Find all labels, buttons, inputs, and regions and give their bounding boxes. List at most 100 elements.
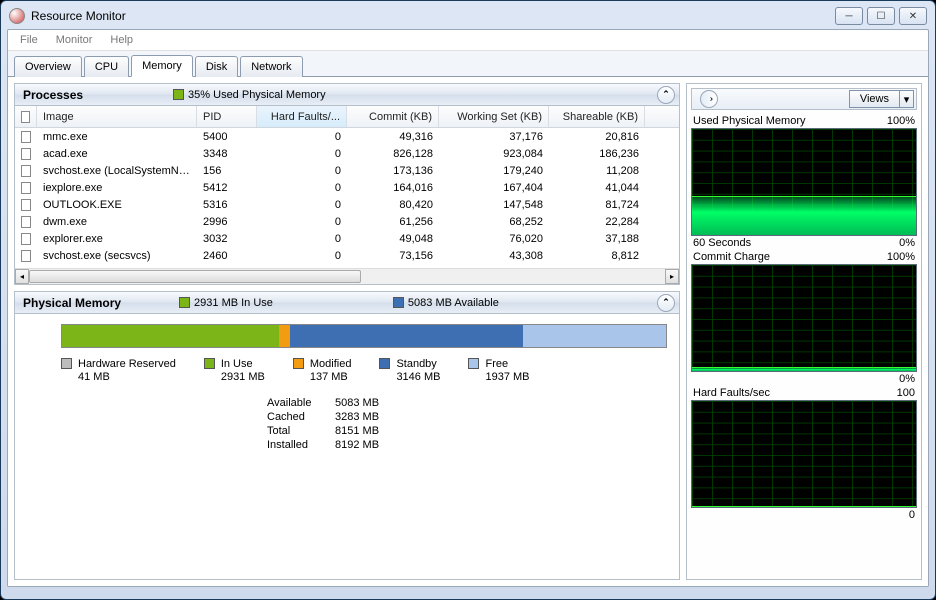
- graph-block: Hard Faults/sec1000: [691, 386, 917, 522]
- maximize-button[interactable]: ☐: [867, 7, 895, 25]
- memory-bar-segment: [523, 325, 666, 347]
- cell: 0: [257, 216, 347, 228]
- memory-bar-segment: [62, 325, 279, 347]
- processes-summary-text: 35% Used Physical Memory: [188, 89, 326, 101]
- physical-memory-title: Physical Memory: [23, 296, 121, 310]
- column-header[interactable]: Image: [37, 106, 197, 127]
- stat-row: Total 8151 MB: [267, 424, 667, 438]
- column-header[interactable]: Commit (KB): [347, 106, 439, 127]
- cell: 37,176: [439, 131, 549, 143]
- row-checkbox[interactable]: [21, 250, 31, 262]
- table-row[interactable]: OUTLOOK.EXE5316080,420147,54881,724: [15, 196, 679, 213]
- minimize-button[interactable]: ─: [835, 7, 863, 25]
- cell: 11,208: [549, 165, 645, 177]
- collapse-processes-button[interactable]: ⌃: [657, 86, 675, 104]
- in-use-text: 2931 MB In Use: [194, 297, 273, 309]
- menu-monitor[interactable]: Monitor: [48, 32, 101, 48]
- cell: 2460: [197, 250, 257, 262]
- graph: [691, 400, 917, 508]
- stat-value: 8192 MB: [335, 438, 379, 452]
- cell: 20,816: [549, 131, 645, 143]
- cell: 164,016: [347, 182, 439, 194]
- tab-disk[interactable]: Disk: [195, 56, 238, 77]
- table-row[interactable]: svchost.exe (secsvcs)2460073,15643,3088,…: [15, 247, 679, 264]
- close-button[interactable]: ✕: [899, 7, 927, 25]
- stat-value: 5083 MB: [335, 396, 379, 410]
- scroll-thumb[interactable]: [29, 270, 361, 283]
- legend-swatch: [293, 358, 304, 369]
- column-header[interactable]: PID: [197, 106, 257, 127]
- tab-memory[interactable]: Memory: [131, 55, 193, 77]
- select-all-checkbox[interactable]: [21, 111, 30, 123]
- cell: 156: [197, 165, 257, 177]
- stat-row: Available5083 MB: [267, 396, 667, 410]
- table-row[interactable]: dwm.exe2996061,25668,25222,284: [15, 213, 679, 230]
- legend-item: Hardware Reserved41 MB: [61, 358, 176, 384]
- cell: 8,812: [549, 250, 645, 262]
- legend-item: Standby3146 MB: [379, 358, 440, 384]
- stat-label: Installed: [267, 438, 323, 452]
- menu-file[interactable]: File: [12, 32, 46, 48]
- row-checkbox[interactable]: [21, 182, 31, 194]
- cell: 167,404: [439, 182, 549, 194]
- table-row[interactable]: mmc.exe5400049,31637,17620,816: [15, 128, 679, 145]
- horizontal-scrollbar[interactable]: ◂ ▸: [15, 268, 679, 284]
- cell: 22,284: [549, 216, 645, 228]
- graph-max: 100%: [887, 115, 915, 127]
- window-title: Resource Monitor: [31, 9, 835, 23]
- stat-label: Total: [267, 424, 323, 438]
- table-row[interactable]: explorer.exe3032049,04876,02037,188: [15, 230, 679, 247]
- column-header[interactable]: Shareable (KB): [549, 106, 645, 127]
- row-checkbox[interactable]: [21, 148, 31, 160]
- collapse-graphs-button[interactable]: ⌃: [700, 90, 718, 108]
- titlebar[interactable]: Resource Monitor ─ ☐ ✕: [7, 7, 929, 29]
- memory-stats: Available5083 MBCached3283 MBTotal8151 M…: [267, 396, 667, 452]
- processes-header[interactable]: Processes 35% Used Physical Memory ⌃: [15, 84, 679, 106]
- table-row[interactable]: acad.exe33480826,128923,084186,236: [15, 145, 679, 162]
- legend-item: In Use2931 MB: [204, 358, 265, 384]
- row-checkbox[interactable]: [21, 199, 31, 211]
- window-chrome: Resource Monitor ─ ☐ ✕ FileMonitorHelp O…: [0, 0, 936, 600]
- views-button[interactable]: Views ▾: [849, 90, 914, 108]
- legend-text: Modified137 MB: [310, 358, 352, 384]
- scroll-left-button[interactable]: ◂: [15, 269, 29, 284]
- row-checkbox[interactable]: [21, 216, 31, 228]
- cell: 41,044: [549, 182, 645, 194]
- cell: 0: [257, 199, 347, 211]
- column-header[interactable]: Working Set (KB): [439, 106, 549, 127]
- graph: [691, 128, 917, 236]
- cell: mmc.exe: [37, 131, 197, 143]
- views-dropdown-icon[interactable]: ▾: [899, 91, 913, 107]
- row-checkbox[interactable]: [21, 165, 31, 177]
- legend-text: In Use2931 MB: [221, 358, 265, 384]
- graph-title: Commit Charge: [693, 251, 770, 263]
- physical-memory-header[interactable]: Physical Memory 2931 MB In Use 5083 MB A…: [15, 292, 679, 314]
- graph-footer-left: 60 Seconds: [693, 237, 751, 249]
- row-checkbox[interactable]: [21, 131, 31, 143]
- cell: svchost.exe (secsvcs): [37, 250, 197, 262]
- row-checkbox[interactable]: [21, 233, 31, 245]
- tab-overview[interactable]: Overview: [14, 56, 82, 77]
- collapse-physical-button[interactable]: ⌃: [657, 294, 675, 312]
- menu-help[interactable]: Help: [102, 32, 141, 48]
- processes-panel: Processes 35% Used Physical Memory ⌃ Ima…: [14, 83, 680, 285]
- table-row[interactable]: iexplore.exe54120164,016167,40441,044: [15, 179, 679, 196]
- cell: 80,420: [347, 199, 439, 211]
- cell: 61,256: [347, 216, 439, 228]
- legend-item: Free1937 MB: [468, 358, 529, 384]
- cell: 179,240: [439, 165, 549, 177]
- column-header[interactable]: Hard Faults/...: [257, 106, 347, 127]
- cell: explorer.exe: [37, 233, 197, 245]
- scroll-right-button[interactable]: ▸: [665, 269, 679, 284]
- processes-table-body[interactable]: mmc.exe5400049,31637,17620,816acad.exe33…: [15, 128, 679, 268]
- cell: 2996: [197, 216, 257, 228]
- available-summary: 5083 MB Available: [393, 297, 499, 309]
- legend-swatch: [61, 358, 72, 369]
- cell: OUTLOOK.EXE: [37, 199, 197, 211]
- tab-cpu[interactable]: CPU: [84, 56, 129, 77]
- cell: 5400: [197, 131, 257, 143]
- tab-network[interactable]: Network: [240, 56, 302, 77]
- cell: 37,188: [549, 233, 645, 245]
- table-row[interactable]: svchost.exe (LocalSystemNet...1560173,13…: [15, 162, 679, 179]
- stat-value: 8151 MB: [335, 424, 379, 438]
